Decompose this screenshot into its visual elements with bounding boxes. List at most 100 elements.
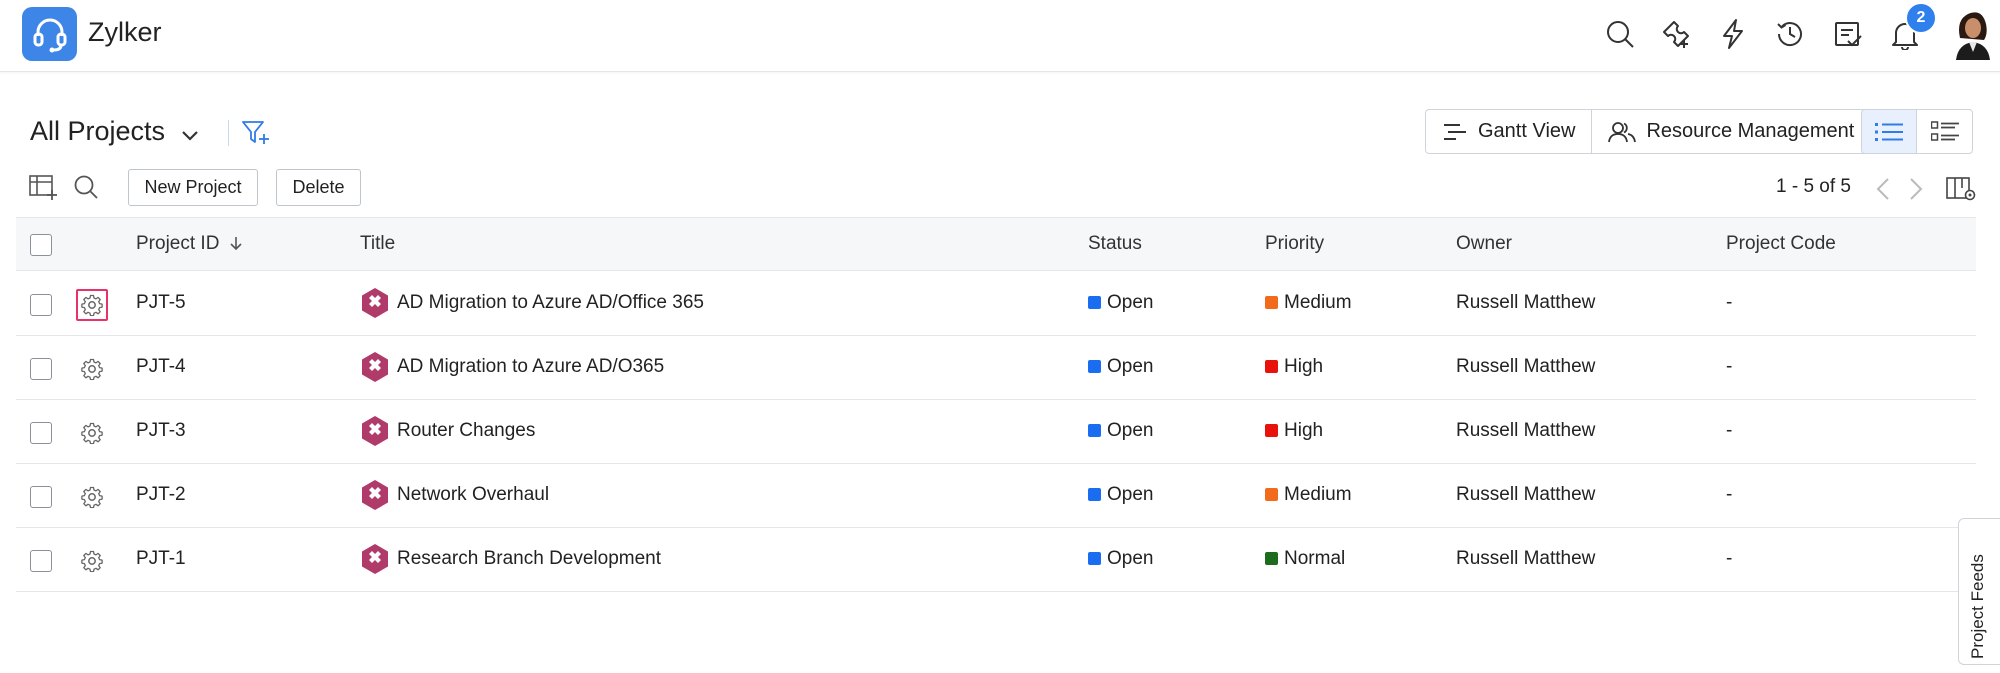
project-title[interactable]: AD Migration to Azure AD/Office 365 xyxy=(397,292,704,314)
project-icon xyxy=(360,543,390,575)
table-row[interactable]: PJT-1 Research Branch Development Open N… xyxy=(16,528,1976,592)
headset-icon xyxy=(33,18,66,53)
project-code-cell: - xyxy=(1726,484,1733,505)
project-id[interactable]: PJT-3 xyxy=(136,420,186,442)
column-owner[interactable]: Owner xyxy=(1456,233,1512,255)
priority-label: Normal xyxy=(1284,548,1346,569)
users-icon xyxy=(1608,121,1637,142)
status-cell: Open xyxy=(1088,292,1153,314)
project-id[interactable]: PJT-2 xyxy=(136,484,186,506)
chevron-down-icon[interactable] xyxy=(180,125,200,145)
add-ticket-icon[interactable] xyxy=(1658,16,1694,52)
priority-cell: High xyxy=(1265,420,1323,442)
column-project-id[interactable]: Project ID xyxy=(136,233,243,255)
new-project-button[interactable]: New Project xyxy=(128,169,258,206)
detail-view-button[interactable] xyxy=(1917,110,1972,153)
next-page-icon[interactable] xyxy=(1904,175,1928,203)
status-cell: Open xyxy=(1088,548,1153,570)
filter-add-icon[interactable] xyxy=(241,119,271,147)
view-title[interactable]: All Projects xyxy=(30,116,165,147)
status-indicator xyxy=(1088,488,1101,501)
add-column-icon[interactable] xyxy=(28,172,58,202)
prev-page-icon[interactable] xyxy=(1871,175,1895,203)
status-cell: Open xyxy=(1088,356,1153,378)
gear-icon[interactable] xyxy=(76,545,108,577)
priority-label: High xyxy=(1284,356,1324,377)
resource-management-button[interactable]: Resource Management xyxy=(1591,110,1870,153)
priority-indicator xyxy=(1265,296,1278,309)
search-icon[interactable] xyxy=(71,172,101,202)
delete-button[interactable]: Delete xyxy=(276,169,361,206)
status-label: Open xyxy=(1107,356,1154,377)
project-id[interactable]: PJT-4 xyxy=(136,356,186,378)
detail-list-icon xyxy=(1930,120,1959,141)
lightning-icon[interactable] xyxy=(1715,16,1751,52)
table-row[interactable]: PJT-4 AD Migration to Azure AD/O365 Open… xyxy=(16,336,1976,400)
history-icon[interactable] xyxy=(1772,16,1808,52)
list-view-button[interactable] xyxy=(1862,110,1918,153)
priority-label: Medium xyxy=(1284,292,1352,313)
project-icon xyxy=(360,415,390,447)
gear-icon[interactable] xyxy=(76,289,108,321)
project-icon xyxy=(360,287,390,319)
row-checkbox[interactable] xyxy=(30,550,52,572)
column-status[interactable]: Status xyxy=(1088,233,1142,255)
project-title[interactable]: Network Overhaul xyxy=(397,484,549,506)
search-icon[interactable] xyxy=(1602,16,1638,52)
project-code-cell: - xyxy=(1726,292,1733,313)
gear-icon[interactable] xyxy=(76,481,108,513)
column-title[interactable]: Title xyxy=(360,233,395,255)
row-checkbox[interactable] xyxy=(30,294,52,316)
divider xyxy=(228,120,229,146)
pagination-info: 1 - 5 of 5 xyxy=(1776,176,1851,197)
row-checkbox[interactable] xyxy=(30,486,52,508)
gear-icon[interactable] xyxy=(76,353,108,385)
gantt-view-button[interactable]: Gantt View xyxy=(1426,110,1591,153)
project-title[interactable]: Research Branch Development xyxy=(397,548,661,570)
status-indicator xyxy=(1088,424,1101,437)
project-title[interactable]: AD Migration to Azure AD/O365 xyxy=(397,356,664,378)
row-checkbox[interactable] xyxy=(30,358,52,380)
app-logo[interactable] xyxy=(22,7,77,61)
project-title[interactable]: Router Changes xyxy=(397,420,535,442)
owner-cell: Russell Matthew xyxy=(1456,484,1596,505)
status-label: Open xyxy=(1107,548,1154,569)
tasks-icon[interactable] xyxy=(1830,16,1866,52)
project-code-cell: - xyxy=(1726,356,1733,377)
column-project-id-label: Project ID xyxy=(136,233,220,254)
table-row[interactable]: PJT-5 AD Migration to Azure AD/Office 36… xyxy=(16,272,1976,336)
project-feeds-label: Project Feeds xyxy=(1968,554,1987,659)
column-priority[interactable]: Priority xyxy=(1265,233,1324,255)
status-cell: Open xyxy=(1088,420,1153,442)
priority-label: Medium xyxy=(1284,484,1352,505)
status-label: Open xyxy=(1107,292,1154,313)
top-bar: Zylker 2 xyxy=(0,0,2000,72)
status-label: Open xyxy=(1107,420,1154,441)
gear-icon[interactable] xyxy=(76,417,108,449)
gantt-view-label: Gantt View xyxy=(1478,120,1576,142)
table-header: Project ID Title Status Priority Owner P… xyxy=(16,217,1976,271)
status-indicator xyxy=(1088,296,1101,309)
column-project-code[interactable]: Project Code xyxy=(1726,233,1836,255)
row-checkbox[interactable] xyxy=(30,422,52,444)
priority-cell: High xyxy=(1265,356,1323,378)
column-settings-icon[interactable] xyxy=(1946,174,1976,204)
select-all-checkbox[interactable] xyxy=(30,234,52,256)
status-label: Open xyxy=(1107,484,1154,505)
priority-cell: Medium xyxy=(1265,292,1352,314)
table-row[interactable]: PJT-2 Network Overhaul Open Medium Russe… xyxy=(16,464,1976,528)
project-icon xyxy=(360,479,390,511)
project-feeds-tab[interactable]: Project Feeds xyxy=(1958,518,2000,665)
priority-indicator xyxy=(1265,424,1278,437)
avatar[interactable] xyxy=(1950,8,1996,60)
project-icon xyxy=(360,351,390,383)
resource-management-label: Resource Management xyxy=(1646,120,1855,142)
app-name: Zylker xyxy=(88,17,162,47)
project-id[interactable]: PJT-1 xyxy=(136,548,186,570)
priority-label: High xyxy=(1284,420,1324,441)
priority-cell: Medium xyxy=(1265,484,1352,506)
project-code-cell: - xyxy=(1726,420,1733,441)
gantt-icon xyxy=(1444,123,1466,140)
project-id[interactable]: PJT-5 xyxy=(136,292,186,314)
table-row[interactable]: PJT-3 Router Changes Open High Russell M… xyxy=(16,400,1976,464)
